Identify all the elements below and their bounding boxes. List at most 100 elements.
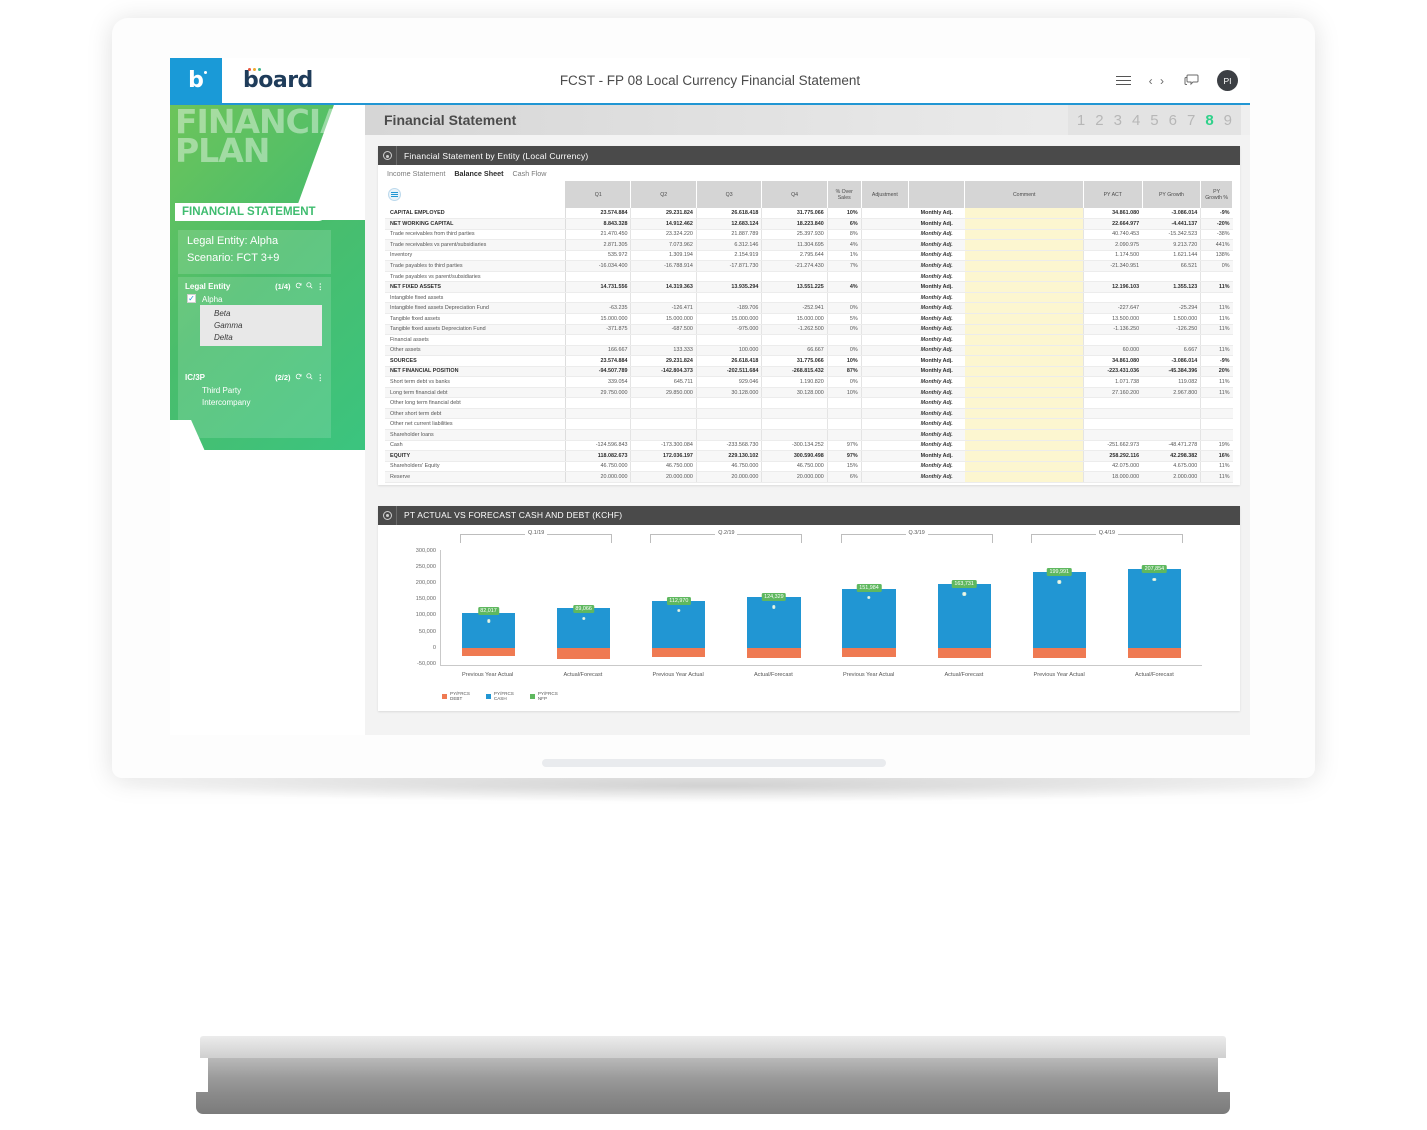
cell-comment[interactable] xyxy=(964,229,1084,241)
col-pct-over-sales[interactable]: % Over Sales xyxy=(827,181,862,208)
dimension-item-beta[interactable]: Beta xyxy=(200,307,322,319)
col-py-act[interactable]: PY ACT xyxy=(1083,181,1143,208)
cell-comment[interactable] xyxy=(964,239,1084,251)
cell-comment[interactable] xyxy=(964,218,1084,230)
tab-balance-sheet[interactable]: Balance Sheet xyxy=(454,169,503,178)
cell-comment[interactable] xyxy=(964,292,1084,304)
dimension-item-delta[interactable]: Delta xyxy=(200,331,322,343)
col-adjustment[interactable]: Adjustment xyxy=(861,181,910,208)
col-q2[interactable]: Q2 xyxy=(630,181,697,208)
page-1[interactable]: 1 xyxy=(1077,112,1085,129)
chart-settings-icon[interactable] xyxy=(378,505,397,525)
col-q4[interactable]: Q4 xyxy=(761,181,828,208)
cell-comment[interactable] xyxy=(964,260,1084,272)
table-row[interactable]: Trade receivables from third parties 21.4… xyxy=(385,229,1233,241)
table-row[interactable]: Shareholder loans Monthly Adj. xyxy=(385,429,1233,441)
table-menu-cell[interactable] xyxy=(385,181,567,208)
dimension-item-gamma[interactable]: Gamma xyxy=(200,319,322,331)
table-row[interactable]: NET WORKING CAPITAL 8.843.328 14.912.462 12… xyxy=(385,218,1233,230)
page-3[interactable]: 3 xyxy=(1114,112,1122,129)
comment-icon[interactable] xyxy=(1184,74,1199,87)
cell-comment[interactable] xyxy=(964,271,1084,283)
col-py-growth-pct[interactable]: PY Growth % xyxy=(1200,181,1233,208)
table-row[interactable]: Cash -124.596.843 -173.300.084 -233.568.730… xyxy=(385,440,1233,452)
cell-comment[interactable] xyxy=(964,302,1084,314)
search-icon-legal-entity[interactable] xyxy=(305,282,313,291)
col-comment[interactable]: Comment xyxy=(964,181,1084,208)
page-9[interactable]: 9 xyxy=(1224,112,1232,129)
cell-comment[interactable] xyxy=(964,281,1084,293)
widget-settings-icon[interactable] xyxy=(378,146,397,165)
table-row[interactable]: Shareholders' Equity 46.750.000 46.750.000… xyxy=(385,461,1233,473)
table-row[interactable]: Other net current liabilities Monthly Adj… xyxy=(385,418,1233,430)
table-row[interactable]: Tangible fixed assets Depreciation Fund -… xyxy=(385,324,1233,336)
table-row[interactable]: Intangible fixed assets Depreciation Fun… xyxy=(385,302,1233,314)
hamburger-icon[interactable] xyxy=(1115,73,1131,88)
table-row[interactable]: SOURCES 23.574.884 29.231.824 26.618.418 31.… xyxy=(385,355,1233,367)
dimension-item-intercompany[interactable]: Intercompany xyxy=(178,396,331,408)
avatar[interactable]: PI xyxy=(1217,70,1238,91)
page-4[interactable]: 4 xyxy=(1132,112,1140,129)
cell-comment[interactable] xyxy=(964,450,1084,462)
table-row[interactable]: Other short term debt Monthly Adj. xyxy=(385,408,1233,420)
cell-comment[interactable] xyxy=(964,208,1084,220)
chart-legend-item[interactable]: PY/FRCS CASH xyxy=(485,691,514,702)
chart-legend-item[interactable]: PY/FRCS DEBT xyxy=(442,691,470,702)
table-row[interactable]: Trade payables vs parent/subsidiaries Mon… xyxy=(385,271,1233,283)
table-row[interactable]: Other long term financial debt Monthly Ad… xyxy=(385,397,1233,409)
page-7[interactable]: 7 xyxy=(1187,112,1195,129)
cell-comment[interactable] xyxy=(964,334,1084,346)
dimension-item-third-party[interactable]: Third Party xyxy=(178,384,331,396)
checkbox-alpha[interactable]: ✓ xyxy=(187,294,196,303)
search-icon-ic3p[interactable] xyxy=(305,373,313,382)
table-row[interactable]: Trade receivables vs parent/subsidiaries… xyxy=(385,239,1233,251)
dimension-item-alpha[interactable]: Alpha xyxy=(178,293,331,305)
cell-comment[interactable] xyxy=(964,471,1084,483)
chart-bar-group[interactable]: 82,017 xyxy=(461,549,516,665)
cell-comment[interactable] xyxy=(964,461,1084,473)
cell-comment[interactable] xyxy=(964,376,1084,388)
chart-bar-group[interactable]: 163,731 xyxy=(937,549,991,665)
reset-icon-legal-entity[interactable] xyxy=(295,282,302,291)
col-q1[interactable]: Q1 xyxy=(565,181,632,208)
chart-bar-group[interactable]: 151,984 xyxy=(842,549,896,665)
table-row[interactable]: NET FINANCIAL POSITION -94.507.789 -142.80… xyxy=(385,366,1233,378)
chart-legend-item[interactable]: PY/FRCS NFP xyxy=(529,691,558,702)
table-row[interactable]: CAPITAL EMPLOYED 23.574.884 29.231.824 26.6… xyxy=(385,208,1233,220)
more-menu-icon-ic3p[interactable]: ⋮ xyxy=(317,373,325,382)
tab-cash-flow[interactable]: Cash Flow xyxy=(512,169,546,178)
cell-comment[interactable] xyxy=(964,366,1084,378)
more-menu-icon-legal-entity[interactable]: ⋮ xyxy=(317,282,325,291)
table-row[interactable]: Reserve 20.000.000 20.000.000 20.000.000 20.… xyxy=(385,471,1233,483)
cell-comment[interactable] xyxy=(964,345,1084,357)
tab-income-statement[interactable]: Income Statement xyxy=(387,169,445,178)
cell-comment[interactable] xyxy=(964,397,1084,409)
cell-comment[interactable] xyxy=(964,355,1084,367)
table-row[interactable]: NET FIXED ASSETS 14.731.556 14.319.363 13.9… xyxy=(385,281,1233,293)
cell-comment[interactable] xyxy=(964,440,1084,452)
chart-bar-group[interactable]: 199,991 xyxy=(1032,549,1086,665)
table-row[interactable]: Long term financial debt 29.750.000 29.850… xyxy=(385,387,1233,399)
cell-comment[interactable] xyxy=(964,250,1084,262)
table-row[interactable]: Other assets 166.667 133.333 100.000 66.667 0… xyxy=(385,345,1233,357)
table-row[interactable]: EQUITY 118.082.673 172.036.197 229.130.102 3… xyxy=(385,450,1233,462)
page-2[interactable]: 2 xyxy=(1095,112,1103,129)
reset-icon-ic3p[interactable] xyxy=(295,373,302,382)
cell-comment[interactable] xyxy=(964,387,1084,399)
chart-bar-group[interactable]: 89,066 xyxy=(557,549,611,665)
table-row[interactable]: Trade payables to third parties -16.034.4… xyxy=(385,260,1233,272)
table-row[interactable]: Tangible fixed assets 15.000.000 15.000.00… xyxy=(385,313,1233,325)
cell-comment[interactable] xyxy=(964,408,1084,420)
cell-comment[interactable] xyxy=(964,313,1084,325)
prev-next-nav-icon[interactable]: ‹ › xyxy=(1149,74,1166,88)
col-q3[interactable]: Q3 xyxy=(696,181,763,208)
cell-comment[interactable] xyxy=(964,324,1084,336)
table-row[interactable]: Financial assets Monthly Adj. xyxy=(385,334,1233,346)
chart-bar-group[interactable]: 124,329 xyxy=(747,549,801,665)
table-row[interactable]: Short term debt vs banks 339.054 645.711 92… xyxy=(385,376,1233,388)
chart-bar-group[interactable]: 207,854 xyxy=(1127,549,1182,665)
page-8-active[interactable]: 8 xyxy=(1205,112,1213,129)
col-py-growth[interactable]: PY Growth xyxy=(1142,181,1202,208)
page-6[interactable]: 6 xyxy=(1169,112,1177,129)
page-5[interactable]: 5 xyxy=(1150,112,1158,129)
